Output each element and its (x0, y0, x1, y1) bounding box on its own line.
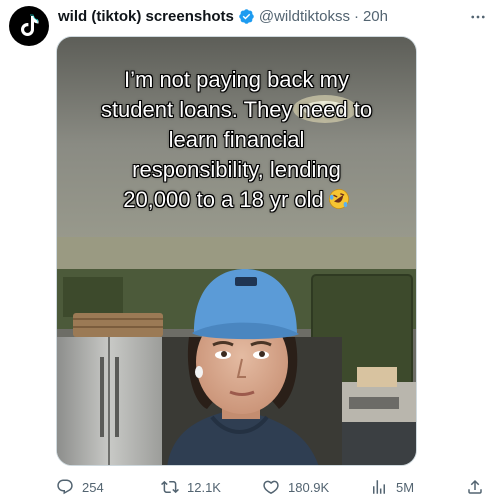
verified-badge-icon[interactable] (238, 8, 255, 25)
views-button[interactable]: 5M (370, 478, 414, 496)
author-handle[interactable]: @wildtiktokss (259, 8, 350, 25)
retweet-icon (161, 480, 179, 494)
video-caption: I’m not paying back my student loans. Th… (57, 65, 416, 215)
timestamp[interactable]: 20h (363, 8, 388, 25)
caption-line: responsibility, lending (132, 157, 341, 182)
like-button[interactable]: 180.9K (262, 478, 329, 496)
retweet-count: 12.1K (187, 479, 221, 495)
caption-line-text: 20,000 to a 18 yr old (123, 187, 324, 212)
rolling-laughing-emoji-icon (328, 189, 349, 209)
like-count: 180.9K (288, 479, 330, 495)
share-button[interactable] (466, 478, 484, 496)
reply-count: 254 (82, 479, 104, 495)
author-avatar[interactable] (9, 6, 49, 46)
share-icon (468, 479, 482, 494)
author-name[interactable]: wild (tiktok) screenshots (58, 8, 234, 25)
reply-button[interactable]: 254 (56, 478, 104, 496)
caption-line: learn financial (168, 127, 305, 152)
more-icon[interactable] (468, 7, 488, 27)
views-count: 5M (396, 479, 415, 495)
caption-line-last: 20,000 to a 18 yr old (61, 185, 412, 215)
separator-dot: · (353, 7, 359, 25)
retweet-button[interactable]: 12.1K (161, 478, 221, 496)
tweet-header: wild (tiktok) screenshots @wildtiktokss … (58, 5, 460, 27)
caption-line: I’m not paying back my (124, 67, 349, 92)
heart-icon (263, 480, 279, 494)
caption-line: student loans. They need to (100, 97, 373, 122)
views-icon (373, 480, 385, 494)
reply-icon (57, 479, 73, 495)
tweet-actions: 254 12.1K 180.9K 5M (56, 477, 484, 497)
tiktok-logo-icon (21, 14, 39, 36)
tweet-media-video[interactable]: I’m not paying back my student loans. Th… (56, 36, 417, 466)
